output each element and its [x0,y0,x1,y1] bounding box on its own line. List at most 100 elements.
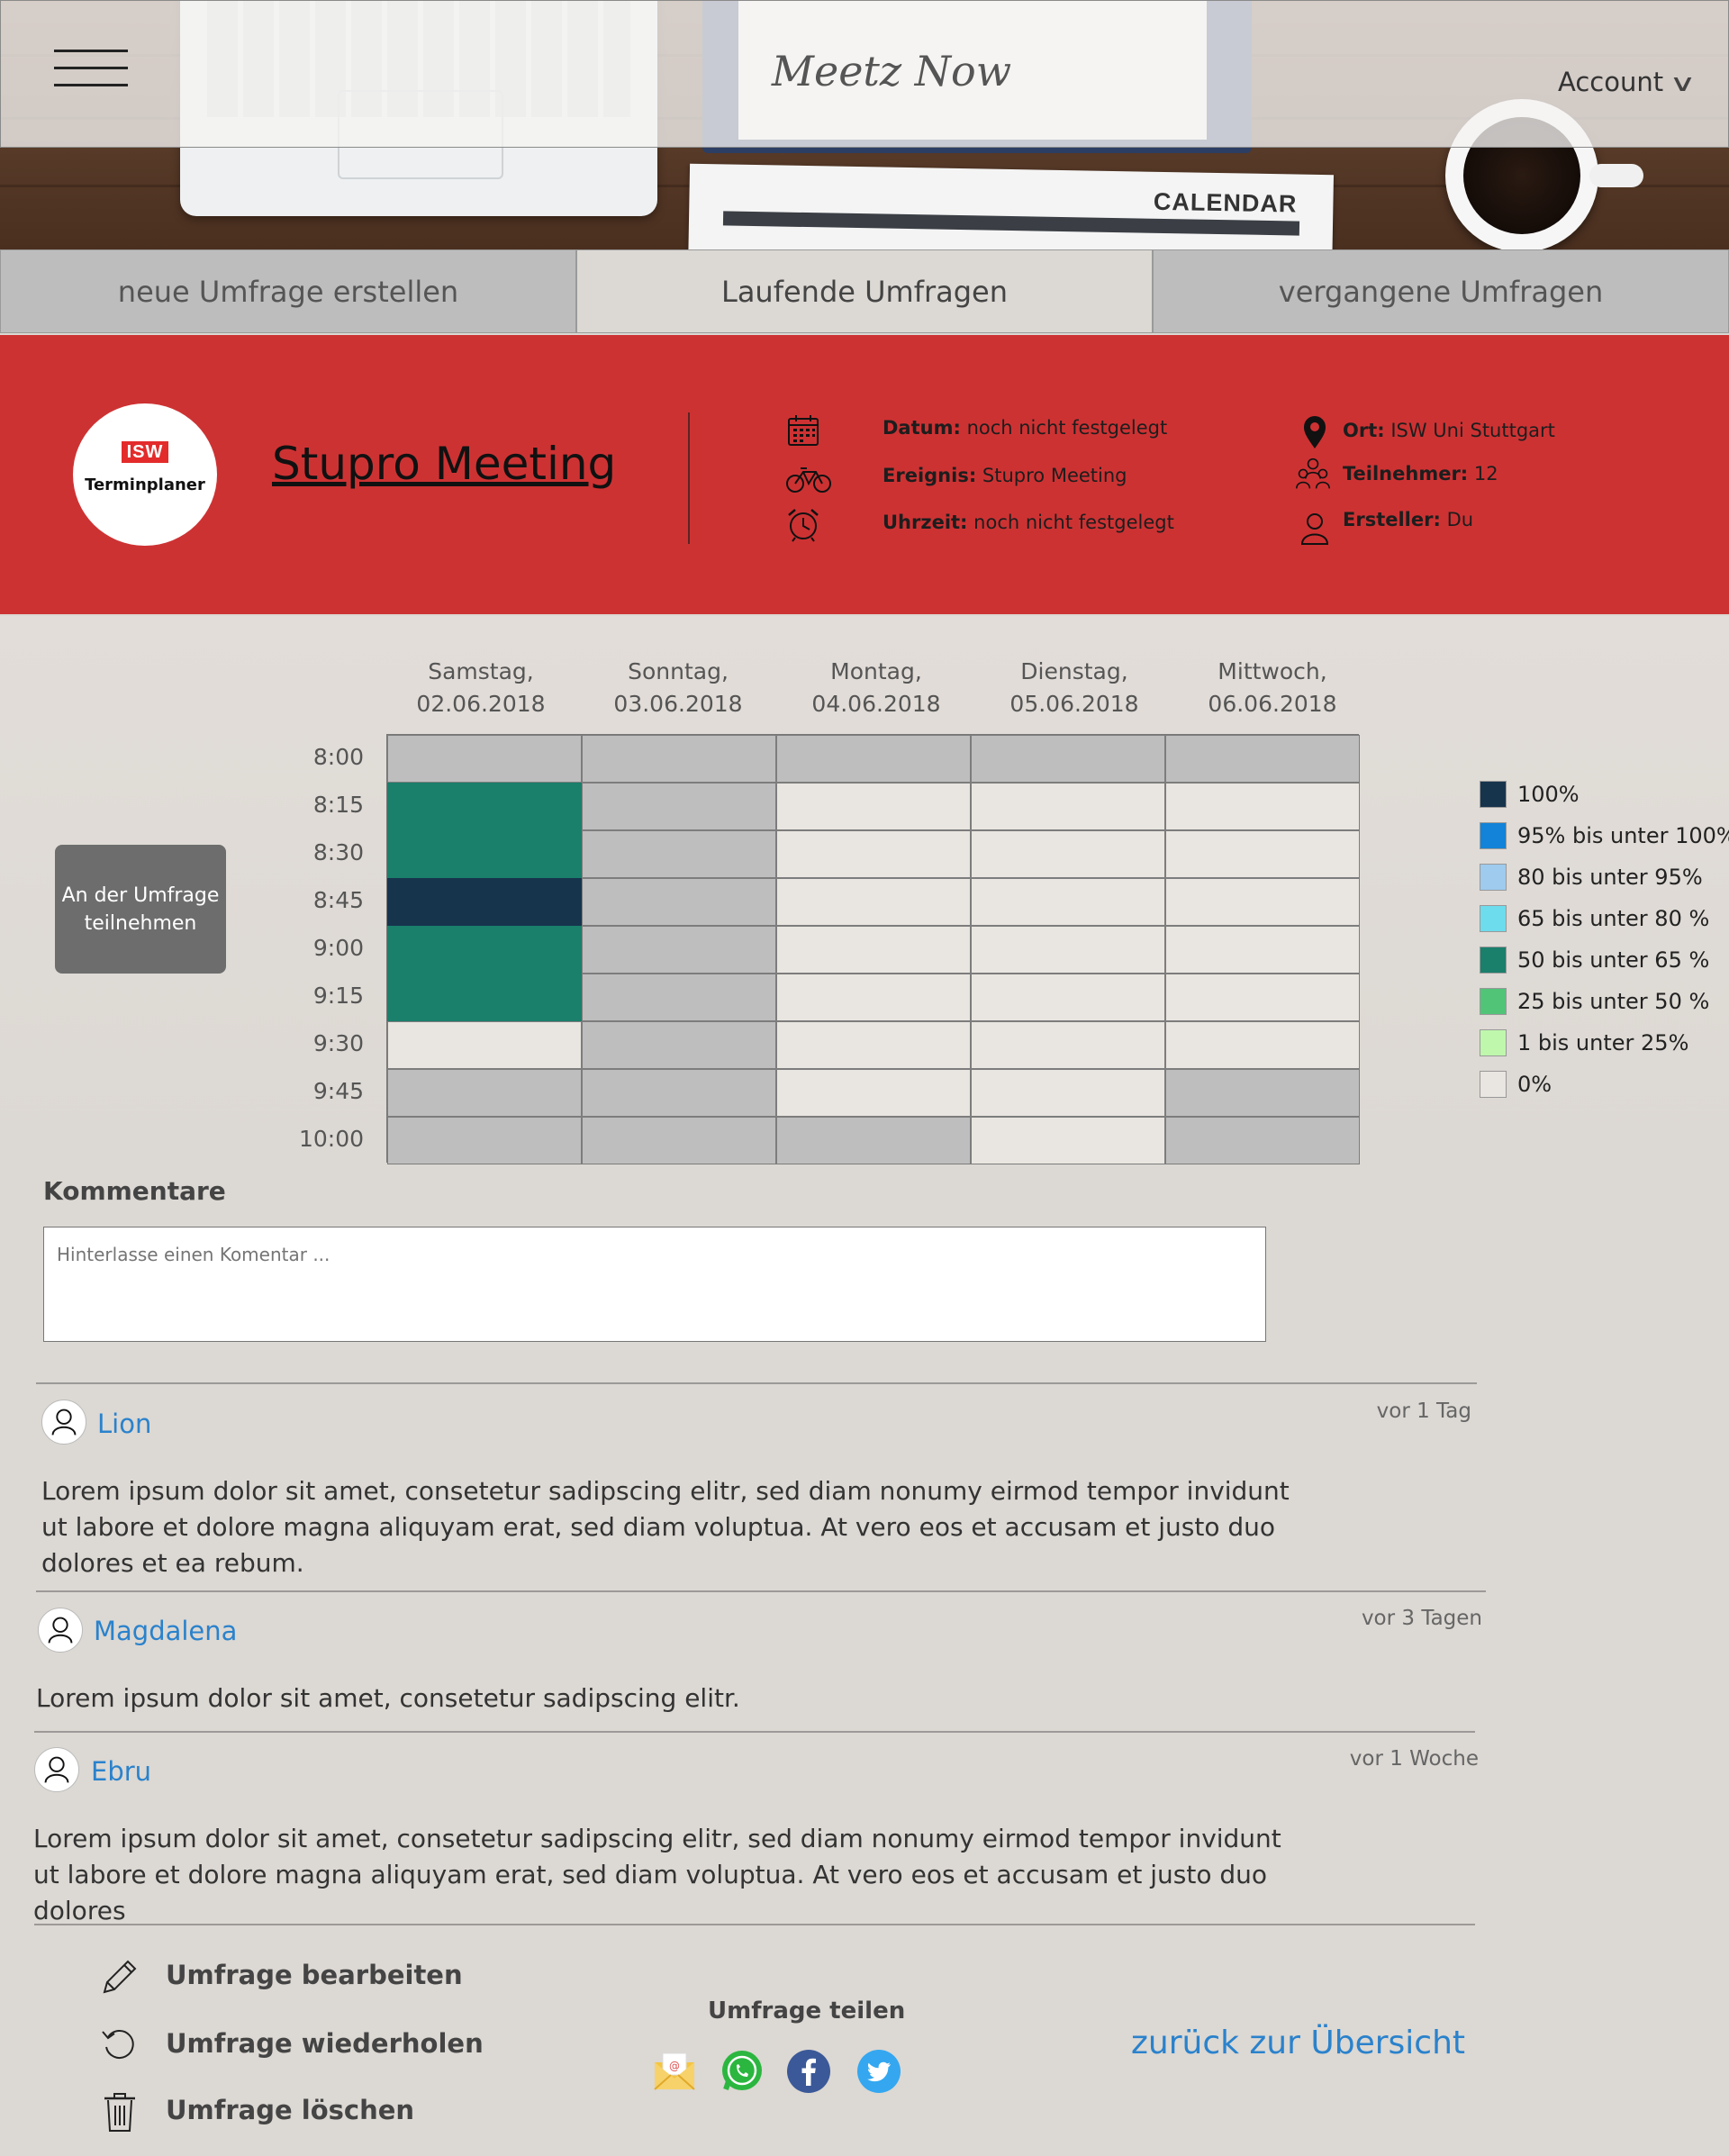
time-slot-cell[interactable] [776,926,971,974]
time-slot-cell[interactable] [971,830,1165,878]
time-slot-cell[interactable] [387,1069,582,1117]
time-slot-cell[interactable] [776,1069,971,1117]
poll-title[interactable]: Stupro Meeting [272,438,616,490]
join-poll-button[interactable]: An der Umfrage teilnehmen [55,845,226,974]
time-slot-cell[interactable] [776,1117,971,1164]
isw-logo-text: Terminplaner [85,476,205,494]
time-slot-cell[interactable] [776,830,971,878]
time-slot-cell[interactable] [971,878,1165,926]
info-uhrzeit: Uhrzeit: noch nicht festgelegt [883,512,1174,533]
bicycle-icon [786,467,831,493]
time-label: 8:00 [312,744,364,770]
time-slot-cell[interactable] [1165,1117,1360,1164]
divider [34,1924,1475,1925]
twitter-icon[interactable] [855,2048,902,2095]
time-slot-cell[interactable] [387,974,582,1021]
legend-label: 50 bis unter 65 % [1517,947,1710,973]
tab-running-polls[interactable]: Laufende Umfragen [576,249,1153,333]
time-slot-cell[interactable] [387,926,582,974]
time-slot-cell[interactable] [776,783,971,830]
participants-icon [1296,457,1330,489]
time-slot-cell[interactable] [387,735,582,783]
time-label: 8:15 [312,792,364,818]
comment-author[interactable]: Magdalena [94,1616,237,1646]
time-slot-cell[interactable] [971,926,1165,974]
day-header: Montag, 04.06.2018 [811,658,941,717]
day-header: Samstag, 02.06.2018 [416,658,546,717]
pencil-icon [103,1960,137,1994]
time-slot-cell[interactable] [1165,926,1360,974]
info-ort: Ort: ISW Uni Stuttgart [1343,420,1555,441]
time-slot-cell[interactable] [582,830,776,878]
legend-label: 1 bis unter 25% [1517,1030,1689,1055]
info-ereignis: Ereignis: Stupro Meeting [883,465,1127,486]
tab-new-poll[interactable]: neue Umfrage erstellen [0,249,576,333]
creator-user-icon [1300,513,1329,545]
time-slot-cell[interactable] [582,926,776,974]
time-slot-cell[interactable] [582,783,776,830]
info-datum: Datum: noch nicht festgelegt [883,417,1168,439]
time-slot-cell[interactable] [1165,735,1360,783]
time-slot-cell[interactable] [387,783,582,830]
account-menu[interactable]: Account ∨ [1558,67,1697,103]
time-slot-cell[interactable] [971,783,1165,830]
time-slot-cell[interactable] [776,878,971,926]
time-label: 9:15 [312,983,364,1009]
time-slot-cell[interactable] [971,735,1165,783]
time-slot-cell[interactable] [971,1069,1165,1117]
time-label: 10:00 [298,1126,364,1152]
time-slot-cell[interactable] [1165,878,1360,926]
time-slot-cell[interactable] [776,1021,971,1069]
location-pin-icon [1304,416,1326,448]
time-slot-cell[interactable] [582,1069,776,1117]
comment-author[interactable]: Lion [97,1409,151,1439]
delete-poll-label: Umfrage löschen [166,2095,415,2125]
whatsapp-icon[interactable] [719,2048,765,2095]
time-slot-cell[interactable] [387,830,582,878]
time-slot-cell[interactable] [971,1021,1165,1069]
email-icon[interactable]: @ [651,2048,698,2095]
divider [36,1382,1477,1384]
isw-logo-mark: ISW [122,441,168,463]
repeat-poll-label: Umfrage wiederholen [166,2028,484,2059]
user-avatar-icon [34,1747,79,1792]
time-slot-cell[interactable] [1165,783,1360,830]
time-slot-cell[interactable] [582,735,776,783]
facebook-icon[interactable] [785,2048,832,2095]
legend-swatch [1480,988,1507,1015]
legend-swatch [1480,1029,1507,1056]
time-slot-cell[interactable] [387,1021,582,1069]
time-slot-cell[interactable] [582,974,776,1021]
back-to-overview-link[interactable]: zurück zur Übersicht [1131,2025,1465,2061]
legend-swatch [1480,947,1507,974]
repeat-icon [102,2030,134,2059]
legend-swatch [1480,781,1507,808]
legend-label: 25 bis unter 50 % [1517,989,1710,1014]
time-slot-cell[interactable] [582,1021,776,1069]
user-avatar-icon [38,1608,83,1653]
legend-swatch [1480,1071,1507,1098]
legend-label: 95% bis unter 100% [1517,823,1729,848]
time-slot-cell[interactable] [971,974,1165,1021]
legend-swatch [1480,905,1507,932]
time-slot-cell[interactable] [387,878,582,926]
comment-author[interactable]: Ebru [91,1756,151,1787]
day-header: Dienstag, 05.06.2018 [1009,658,1139,717]
app-logo[interactable]: Meetz Now [756,47,1027,110]
time-slot-cell[interactable] [776,974,971,1021]
time-slot-cell[interactable] [1165,1021,1360,1069]
hamburger-menu-icon[interactable] [54,50,128,87]
time-slot-cell[interactable] [1165,1069,1360,1117]
legend-swatch [1480,822,1507,849]
tab-past-polls[interactable]: vergangene Umfragen [1153,249,1729,333]
time-slot-cell[interactable] [1165,830,1360,878]
time-slot-cell[interactable] [387,1117,582,1164]
time-slot-cell[interactable] [971,1117,1165,1164]
time-slot-cell[interactable] [582,1117,776,1164]
banner-divider [688,412,690,544]
time-slot-cell[interactable] [1165,974,1360,1021]
share-title: Umfrage teilen [708,1997,906,2025]
comment-input[interactable] [43,1227,1266,1342]
time-slot-cell[interactable] [582,878,776,926]
time-slot-cell[interactable] [776,735,971,783]
